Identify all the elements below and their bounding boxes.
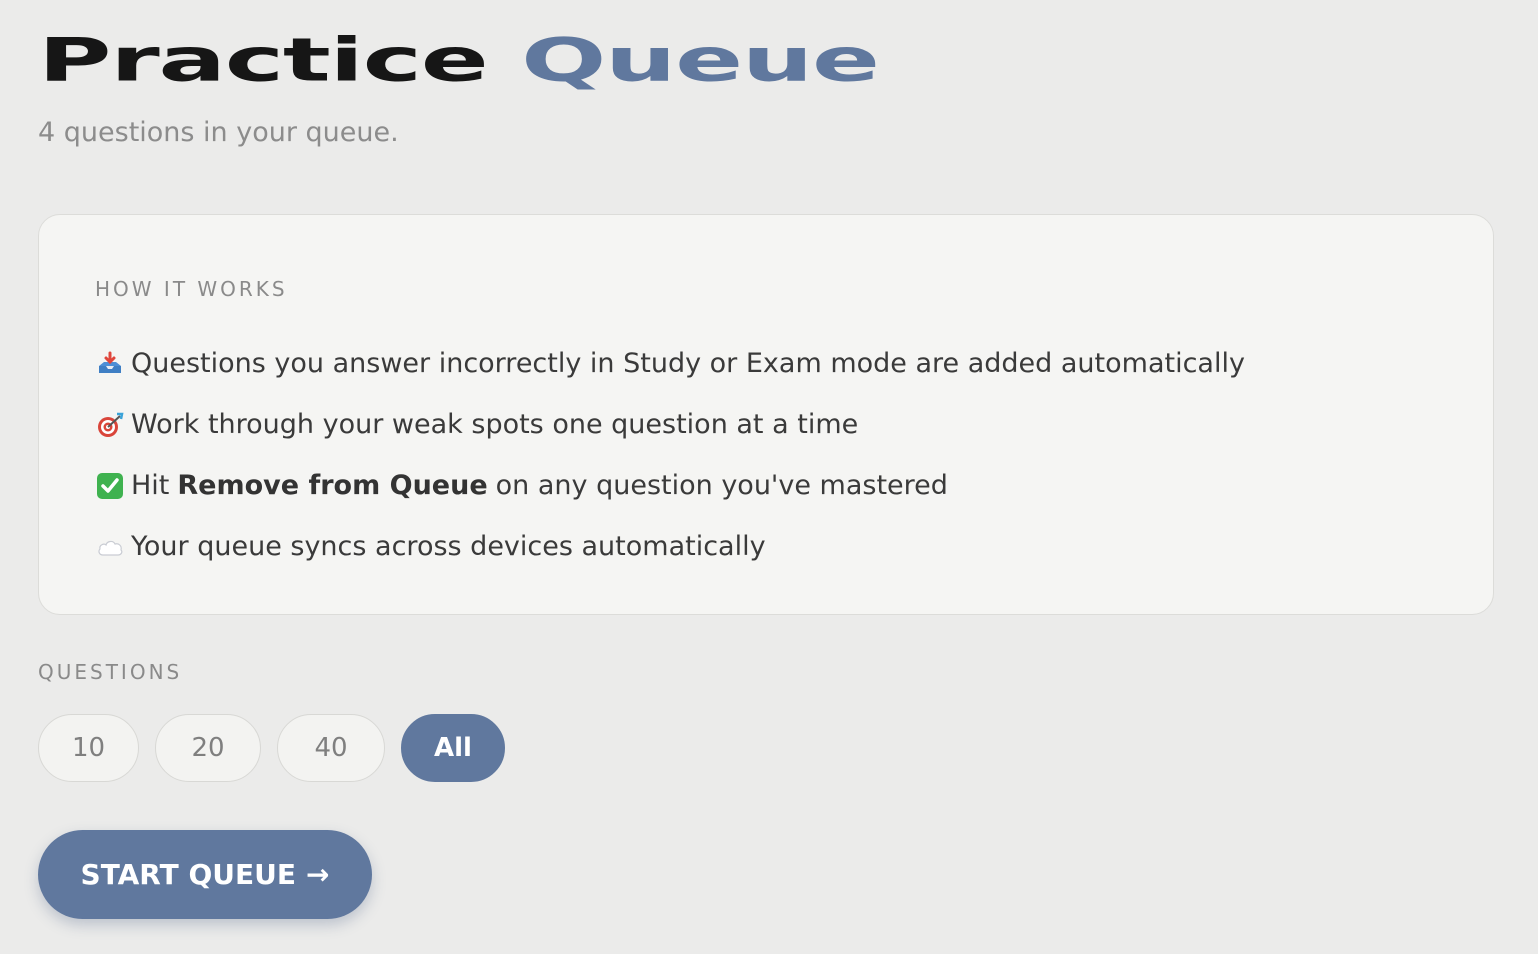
practice-queue-page: Practice Queue 4 questions in your queue… bbox=[0, 0, 1538, 954]
start-queue-label: START QUEUE bbox=[80, 858, 296, 891]
list-item: Work through your weak spots one questio… bbox=[95, 394, 1245, 455]
how-it-works-heading: HOW IT WORKS bbox=[95, 277, 288, 301]
questions-label: QUESTIONS bbox=[38, 660, 183, 684]
question-count-option-20[interactable]: 20 bbox=[155, 714, 261, 782]
title-accent: Queue bbox=[521, 24, 880, 95]
arrow-right-icon: → bbox=[305, 858, 330, 891]
item-text: Questions you answer incorrectly in Stud… bbox=[131, 348, 1245, 379]
inbox-tray-icon bbox=[95, 349, 125, 379]
item-text-before: Hit bbox=[131, 470, 170, 501]
list-item: Your queue syncs across devices automati… bbox=[95, 516, 1245, 577]
item-text-after: on any question you've mastered bbox=[495, 470, 948, 501]
item-text: Your queue syncs across devices automati… bbox=[131, 531, 766, 562]
question-count-option-40[interactable]: 40 bbox=[277, 714, 385, 782]
question-count-option-10[interactable]: 10 bbox=[38, 714, 139, 782]
question-count-option-all[interactable]: All bbox=[401, 714, 505, 782]
cloud-icon bbox=[95, 532, 125, 562]
question-count-selector: 10 20 40 All bbox=[38, 714, 505, 782]
page-title: Practice Queue bbox=[38, 24, 880, 95]
list-item: Questions you answer incorrectly in Stud… bbox=[95, 333, 1245, 394]
start-queue-button[interactable]: START QUEUE → bbox=[38, 830, 372, 919]
remove-from-queue-emphasis: Remove from Queue bbox=[177, 470, 488, 501]
queue-count-subtitle: 4 questions in your queue. bbox=[38, 117, 399, 148]
list-item: Hit Remove from Queue on any question yo… bbox=[95, 455, 1245, 516]
how-it-works-card: HOW IT WORKS Questions you answer incorr… bbox=[38, 214, 1494, 615]
title-main: Practice bbox=[38, 24, 489, 95]
item-text: Work through your weak spots one questio… bbox=[131, 409, 859, 440]
how-it-works-list: Questions you answer incorrectly in Stud… bbox=[95, 333, 1245, 577]
direct-hit-icon bbox=[95, 410, 125, 440]
check-mark-icon bbox=[95, 471, 125, 501]
